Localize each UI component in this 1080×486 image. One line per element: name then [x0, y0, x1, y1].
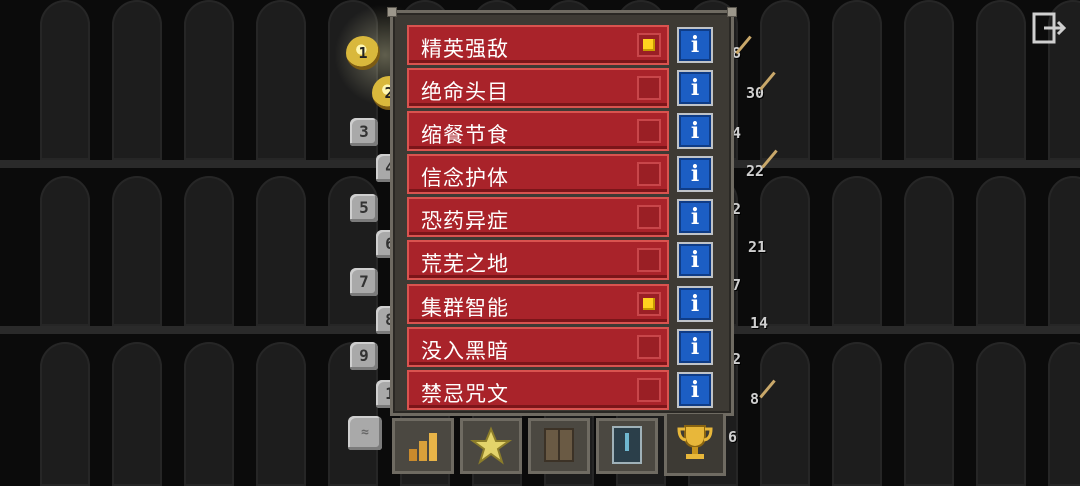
challenge-label: 缩餐节食	[421, 123, 509, 148]
info-button[interactable]: i	[677, 27, 713, 63]
info-button[interactable]: i	[677, 113, 713, 150]
exit-icon	[1032, 12, 1067, 44]
side-number: 8	[750, 390, 760, 408]
challenge-label: 没入黑暗	[421, 338, 509, 363]
challenge-checkbox[interactable]	[637, 334, 661, 359]
challenge-toggle-button[interactable]: 缩餐节食	[407, 111, 669, 152]
scroll-icon	[612, 426, 642, 464]
bar-chart-icon	[409, 433, 437, 461]
star-icon	[469, 426, 513, 465]
challenge-toggle-button[interactable]: 精英强敌	[407, 25, 669, 65]
challenges-panel: 精英强敌 i 绝命头目 i 缩餐节食 i 信念护体 i 恐药异症 i 荒芜之地 …	[387, 7, 737, 416]
panel-corner	[387, 7, 397, 17]
tab-catalog[interactable]	[596, 418, 658, 474]
challenge-row: 精英强敌 i	[407, 25, 719, 65]
challenge-label: 恐药异症	[421, 209, 509, 234]
exit-button[interactable]	[1030, 10, 1070, 46]
tab-journal[interactable]	[528, 418, 590, 474]
info-button[interactable]: i	[677, 285, 713, 322]
level-marker-3[interactable]: 3	[350, 118, 378, 146]
challenge-label: 荒芜之地	[421, 252, 509, 277]
info-button[interactable]: i	[677, 70, 713, 107]
tab-stats[interactable]	[392, 418, 454, 474]
book-icon	[544, 428, 574, 462]
grave-marker: ≈	[348, 416, 382, 450]
challenge-toggle-button[interactable]: 恐药异症	[407, 197, 669, 238]
side-number: 6	[728, 428, 738, 446]
challenge-row: 恐药异症 i	[407, 197, 719, 238]
challenge-row: 信念护体 i	[407, 154, 719, 195]
challenge-toggle-button[interactable]: 没入黑暗	[407, 326, 669, 367]
challenge-label: 禁忌咒文	[421, 381, 509, 406]
challenge-checkbox[interactable]	[637, 377, 661, 402]
level-marker-1[interactable]: 1	[346, 36, 380, 70]
challenge-row: 绝命头目 i	[407, 68, 719, 109]
challenge-toggle-button[interactable]: 集群智能	[407, 283, 669, 324]
challenge-row: 缩餐节食 i	[407, 111, 719, 152]
challenge-label: 绝命头目	[421, 80, 509, 105]
challenge-toggle-button[interactable]: 荒芜之地	[407, 240, 669, 281]
level-marker-5[interactable]: 5	[350, 194, 378, 222]
info-button[interactable]: i	[677, 156, 713, 193]
challenge-checkbox[interactable]	[637, 291, 661, 316]
challenge-toggle-button[interactable]: 禁忌咒文	[407, 369, 669, 410]
trophy-icon	[677, 425, 713, 459]
info-button[interactable]: i	[677, 328, 713, 365]
side-number: 14	[750, 314, 769, 332]
challenge-checkbox[interactable]	[637, 162, 661, 187]
challenge-toggle-button[interactable]: 绝命头目	[407, 68, 669, 109]
challenge-label: 信念护体	[421, 166, 509, 191]
tab-badges[interactable]	[460, 418, 522, 474]
panel-corner	[727, 7, 737, 17]
level-marker-7[interactable]: 7	[350, 268, 378, 296]
challenge-row: 荒芜之地 i	[407, 240, 719, 281]
challenge-checkbox[interactable]	[637, 76, 661, 101]
challenge-checkbox[interactable]	[637, 33, 661, 57]
info-button[interactable]: i	[677, 371, 713, 408]
challenge-toggle-button[interactable]: 信念护体	[407, 154, 669, 195]
challenge-row: 禁忌咒文 i	[407, 369, 719, 410]
challenge-label: 精英强敌	[421, 37, 509, 61]
challenge-label: 集群智能	[421, 295, 509, 320]
challenge-row: 集群智能 i	[407, 283, 719, 324]
challenge-row: 没入黑暗 i	[407, 326, 719, 367]
side-number: 21	[748, 238, 767, 256]
challenge-checkbox[interactable]	[637, 119, 661, 144]
tab-challenges[interactable]	[664, 414, 726, 476]
challenge-checkbox[interactable]	[637, 248, 661, 273]
level-marker-9[interactable]: 9	[350, 342, 378, 370]
challenge-list: 精英强敌 i 绝命头目 i 缩餐节食 i 信念护体 i 恐药异症 i 荒芜之地 …	[407, 25, 719, 413]
challenge-checkbox[interactable]	[637, 205, 661, 230]
info-button[interactable]: i	[677, 199, 713, 236]
info-button[interactable]: i	[677, 242, 713, 279]
